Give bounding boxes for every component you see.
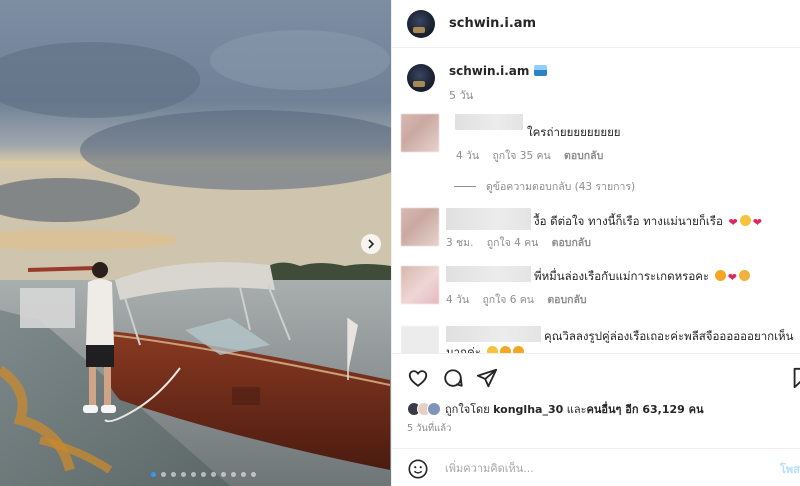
carousel-dot [211, 472, 216, 477]
comment-likes[interactable]: ถูกใจ 4 คน [487, 237, 539, 249]
heart-eyes-emoji-icon [499, 346, 511, 353]
post-actions [392, 353, 800, 400]
emoji-icon[interactable] [407, 458, 429, 480]
carousel-dots [151, 472, 256, 477]
carousel-dot [251, 472, 256, 477]
carousel-dot [181, 472, 186, 477]
heart-emoji-icon: ❤ [727, 271, 737, 284]
carousel-dot [161, 472, 166, 477]
comment-text: งื้อ ดีต่อใจ ทางนี้ก็เรือ ทางแม่นายก็เรื… [534, 213, 762, 231]
heart-emoji-icon: ❤ [752, 216, 762, 229]
blurred-avatar[interactable] [401, 208, 439, 246]
next-photo-button[interactable] [361, 234, 381, 254]
header-username[interactable]: schwin.i.am [449, 16, 536, 31]
comment-text-line2-body: มากค่ะ [446, 345, 481, 353]
smiling-face-hearts-emoji-icon [739, 215, 751, 226]
view-replies-label: ดูข้อความตอบกลับ (43 รายการ) [486, 181, 636, 193]
carousel-dot [151, 472, 156, 477]
liker-username[interactable]: konglha_30 [493, 403, 563, 416]
share-icon[interactable] [476, 367, 498, 389]
comment-meta: 4 วัน ถูกใจ 6 คน ตอบกลับ [446, 291, 597, 308]
photo-scene [0, 0, 391, 486]
comment-icon[interactable] [442, 367, 464, 389]
comment-time[interactable]: 4 วัน [446, 294, 469, 306]
comment-text-line2: มากค่ะ [446, 344, 524, 353]
blurred-avatar[interactable] [401, 114, 439, 152]
comment-meta: 4 วัน ถูกใจ 35 คน ตอบกลับ [456, 147, 613, 164]
avatar[interactable] [407, 64, 435, 92]
boat-sea-emoji-icon [534, 65, 548, 76]
comment-text: คุณวิลลงรูปคู่ล่องเรือเถอะค่ะพลีสจือออออ… [544, 329, 794, 343]
post-comment-button[interactable]: โพส [780, 460, 800, 478]
post-photo[interactable] [0, 0, 391, 486]
post-header: schwin.i.am [392, 0, 800, 48]
comments-list: schwin.i.am 5 วัน ใครถ่ายยยยยยยยย 4 วัน … [392, 48, 800, 353]
comment-input[interactable] [445, 458, 745, 478]
comment-text-body: พี่หมื่นล่องเรือกับแม่การะเกดหรอคะ [534, 269, 710, 283]
view-replies-button[interactable]: ดูข้อความตอบกลับ (43 รายการ) [454, 178, 635, 195]
comment-time[interactable]: 3 ชม. [446, 237, 473, 249]
comment-likes[interactable]: ถูกใจ 35 คน [492, 150, 550, 162]
carousel-dot [221, 472, 226, 477]
heart-eyes-emoji-icon [714, 270, 726, 281]
heart-eyes-emoji-icon [512, 346, 524, 353]
comment-text: พี่หมื่นล่องเรือกับแม่การะเกดหรอคะ ❤ [534, 268, 750, 286]
add-comment-bar: โพส [392, 448, 800, 486]
likes-others-count[interactable]: คนอื่นๆ อีก 63,129 คน [587, 403, 704, 416]
carousel-dot [201, 472, 206, 477]
avatar[interactable] [407, 9, 435, 38]
comment-likes[interactable]: ถูกใจ 6 คน [482, 294, 534, 306]
posted-time[interactable]: 5 วันที่แล้ว [407, 421, 451, 436]
caption: schwin.i.am 5 วัน [407, 64, 548, 104]
comment-text: ใครถ่ายยยยยยยยย [527, 125, 621, 139]
comment-meta: 3 ชม. ถูกใจ 4 คน ตอบกลับ [446, 234, 601, 251]
blurred-username[interactable] [446, 208, 531, 230]
carousel-dot [241, 472, 246, 477]
bookmark-icon[interactable] [790, 367, 800, 389]
chevron-right-icon [368, 239, 375, 249]
carousel-dot [231, 472, 236, 477]
post-side-panel: schwin.i.am schwin.i.am 5 วัน ใครถ่ายยยย… [391, 0, 800, 486]
comment-text-body: งื้อ ดีต่อใจ ทางนี้ก็เรือ ทางแม่นายก็เรื… [534, 214, 723, 228]
likes-text: ถูกใจโดย konglha_30 และคนอื่นๆ อีก 63,12… [445, 400, 704, 418]
reply-button[interactable]: ตอบกลับ [564, 150, 603, 162]
reply-button[interactable]: ตอบกลับ [547, 294, 586, 306]
heart-icon[interactable] [407, 367, 429, 389]
reply-button[interactable]: ตอบกลับ [552, 237, 591, 249]
carousel-dot [171, 472, 176, 477]
likes-summary: ถูกใจโดย konglha_30 และคนอื่นๆ อีก 63,12… [407, 400, 704, 418]
comment-time[interactable]: 4 วัน [456, 150, 479, 162]
blurred-username[interactable] [446, 266, 531, 282]
face-emoji-icon [486, 346, 498, 353]
blurred-avatar[interactable] [401, 326, 439, 353]
divider-line [454, 186, 476, 187]
liker-avatar[interactable] [427, 402, 441, 416]
heart-emoji-icon: ❤ [728, 216, 738, 229]
caption-time[interactable]: 5 วัน [449, 86, 547, 104]
blurred-username[interactable] [446, 326, 541, 342]
clap-emoji-icon [739, 270, 750, 281]
likes-middle: และ [563, 403, 587, 416]
carousel-dot [191, 472, 196, 477]
blurred-username[interactable] [455, 114, 523, 130]
caption-username[interactable]: schwin.i.am [449, 64, 529, 78]
likes-prefix: ถูกใจโดย [445, 403, 494, 416]
blurred-avatar[interactable] [401, 266, 439, 304]
